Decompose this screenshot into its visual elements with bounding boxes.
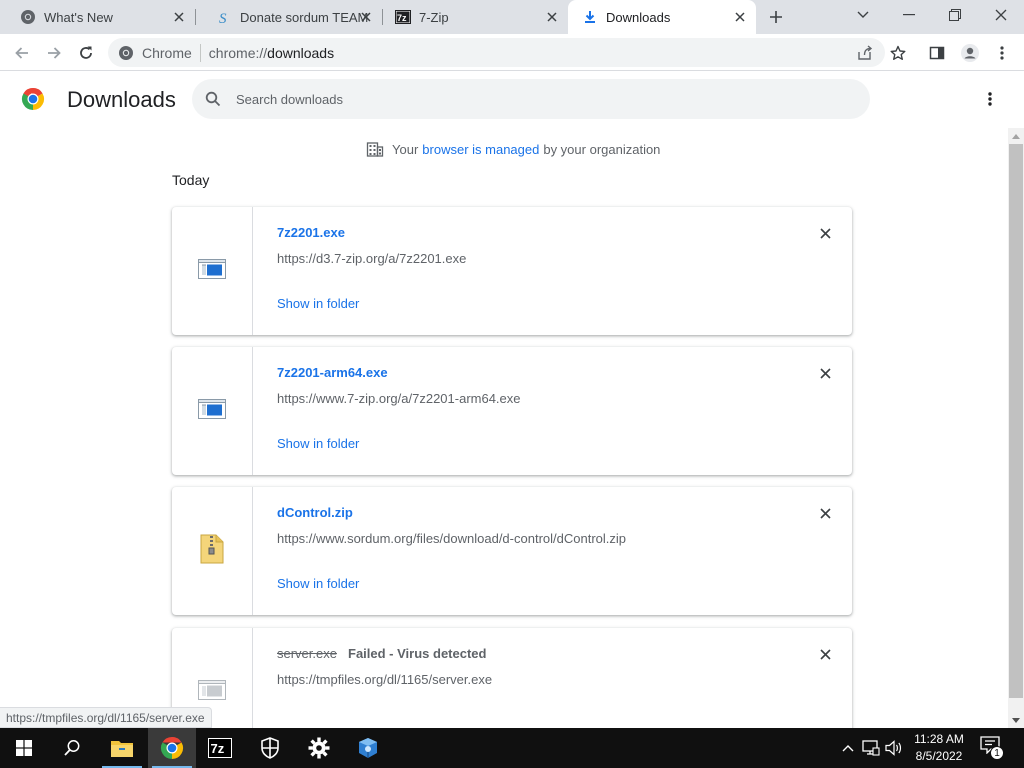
zip-icon bbox=[200, 534, 224, 569]
chrome-menu-icon[interactable] bbox=[993, 44, 1011, 62]
7zip-taskbar-icon[interactable]: 7z bbox=[196, 728, 244, 768]
volume-icon[interactable] bbox=[884, 738, 904, 758]
tab-strip: What's New S Donate sordum TEAM 7z 7-Zip… bbox=[0, 0, 1024, 34]
download-status: Failed - Virus detected bbox=[348, 646, 487, 661]
svg-text:7z: 7z bbox=[397, 13, 407, 23]
tab-close-icon[interactable] bbox=[732, 9, 748, 25]
exe-icon bbox=[198, 679, 226, 705]
bookmark-star-icon[interactable] bbox=[889, 44, 907, 62]
managed-link[interactable]: browser is managed bbox=[422, 142, 539, 157]
windows-security-icon[interactable] bbox=[246, 728, 294, 768]
tab-donate-sordum[interactable]: S Donate sordum TEAM bbox=[196, 0, 382, 34]
search-icon[interactable] bbox=[48, 728, 96, 768]
file-url[interactable]: https://d3.7-zip.org/a/7z2201.exe bbox=[277, 251, 466, 266]
7zip-icon: 7z bbox=[395, 9, 411, 25]
download-icon bbox=[582, 9, 598, 25]
settings-gear-icon[interactable] bbox=[295, 728, 343, 768]
reload-button[interactable] bbox=[73, 40, 99, 66]
browser-toolbar: Chrome chrome://downloads bbox=[0, 34, 1024, 71]
file-url[interactable]: https://tmpfiles.org/dl/1165/server.exe bbox=[277, 672, 492, 687]
network-icon[interactable] bbox=[861, 738, 881, 758]
clock-date: 8/5/2022 bbox=[915, 749, 963, 763]
system-clock[interactable]: 11:28 AM 8/5/2022 bbox=[906, 731, 972, 765]
show-in-folder-link[interactable]: Show in folder bbox=[277, 576, 359, 591]
link-status-bubble: https://tmpfiles.org/dl/1165/server.exe bbox=[0, 707, 212, 728]
windows-taskbar: 7z 11:28 AM 8/5/2022 1 bbox=[0, 728, 1024, 768]
file-url[interactable]: https://www.sordum.org/files/download/d-… bbox=[277, 531, 626, 546]
new-tab-button[interactable] bbox=[764, 5, 788, 29]
search-bar[interactable] bbox=[192, 79, 870, 119]
remove-item-close-icon[interactable] bbox=[817, 505, 833, 521]
clock-time: 11:28 AM bbox=[914, 732, 964, 746]
svg-text:7z: 7z bbox=[211, 741, 225, 756]
search-icon bbox=[204, 90, 222, 108]
sordum-icon: S bbox=[216, 9, 232, 25]
show-hidden-icons-chevron-icon[interactable] bbox=[838, 738, 858, 758]
chrome-taskbar-icon[interactable] bbox=[148, 728, 196, 768]
notification-count-badge: 1 bbox=[990, 746, 1004, 760]
date-heading: Today bbox=[172, 172, 210, 188]
tab-close-icon[interactable] bbox=[544, 9, 560, 25]
chrome-icon bbox=[20, 9, 36, 25]
remove-item-close-icon[interactable] bbox=[817, 225, 833, 241]
file-url[interactable]: https://www.7-zip.org/a/7z2201-arm64.exe bbox=[277, 391, 521, 406]
address-bar[interactable]: Chrome chrome://downloads bbox=[108, 38, 885, 67]
downloads-menu-icon[interactable] bbox=[981, 89, 999, 109]
tab-7zip[interactable]: 7z 7-Zip bbox=[383, 0, 568, 34]
url-text[interactable]: chrome://downloads bbox=[209, 45, 334, 61]
exe-icon bbox=[198, 398, 226, 424]
forward-button[interactable] bbox=[41, 40, 67, 66]
close-window-button[interactable] bbox=[978, 0, 1024, 30]
action-center-icon[interactable]: 1 bbox=[980, 736, 1004, 760]
side-panel-icon[interactable] bbox=[928, 44, 946, 62]
restore-button[interactable] bbox=[932, 0, 978, 30]
building-icon bbox=[366, 140, 384, 158]
search-input[interactable] bbox=[236, 91, 796, 107]
managed-prefix: Your bbox=[392, 141, 419, 157]
page-title: Downloads bbox=[67, 87, 176, 112]
tab-downloads[interactable]: Downloads bbox=[568, 0, 756, 34]
site-chip-label: Chrome bbox=[142, 44, 192, 61]
tab-search-button[interactable] bbox=[840, 0, 886, 30]
downloads-header: Downloads bbox=[0, 72, 1024, 128]
show-in-folder-link[interactable]: Show in folder bbox=[277, 436, 359, 451]
minimize-button[interactable] bbox=[886, 0, 932, 30]
show-in-folder-link[interactable]: Show in folder bbox=[277, 296, 359, 311]
downloads-list: Your browser is managed by your organiza… bbox=[0, 128, 1008, 728]
tab-whats-new[interactable]: What's New bbox=[0, 0, 195, 34]
share-icon[interactable] bbox=[856, 44, 874, 62]
remove-item-close-icon[interactable] bbox=[817, 365, 833, 381]
file-explorer-icon[interactable] bbox=[98, 728, 146, 768]
chrome-icon bbox=[118, 45, 134, 61]
file-name-link[interactable]: 7z2201.exe bbox=[277, 225, 345, 240]
dcontrol-taskbar-icon[interactable] bbox=[344, 728, 392, 768]
chrome-logo-icon bbox=[21, 87, 45, 111]
scroll-down-icon[interactable] bbox=[1008, 712, 1024, 728]
download-item: 7z2201-arm64.exe https://www.7-zip.org/a… bbox=[172, 347, 852, 475]
download-item-failed: server.exe Failed - Virus detected https… bbox=[172, 628, 852, 728]
managed-notice: Your browser is managed by your organiza… bbox=[366, 140, 660, 158]
profile-avatar-icon[interactable] bbox=[960, 43, 980, 63]
site-chip[interactable]: Chrome bbox=[118, 45, 192, 61]
back-button[interactable] bbox=[9, 40, 35, 66]
file-name: server.exe bbox=[277, 646, 337, 661]
svg-text:S: S bbox=[219, 11, 227, 25]
download-item: 7z2201.exe https://d3.7-zip.org/a/7z2201… bbox=[172, 207, 852, 335]
scrollbar-thumb[interactable] bbox=[1009, 144, 1023, 698]
start-button[interactable] bbox=[0, 728, 48, 768]
file-name-link[interactable]: dControl.zip bbox=[277, 505, 353, 520]
vertical-scrollbar[interactable] bbox=[1008, 128, 1024, 728]
file-name-link[interactable]: 7z2201-arm64.exe bbox=[277, 365, 388, 380]
scroll-up-icon[interactable] bbox=[1008, 128, 1024, 144]
tab-close-icon[interactable] bbox=[358, 9, 374, 25]
remove-item-close-icon[interactable] bbox=[817, 646, 833, 662]
tab-close-icon[interactable] bbox=[171, 9, 187, 25]
exe-icon bbox=[198, 258, 226, 284]
managed-suffix: by your organization bbox=[543, 141, 661, 157]
download-item: dControl.zip https://www.sordum.org/file… bbox=[172, 487, 852, 615]
